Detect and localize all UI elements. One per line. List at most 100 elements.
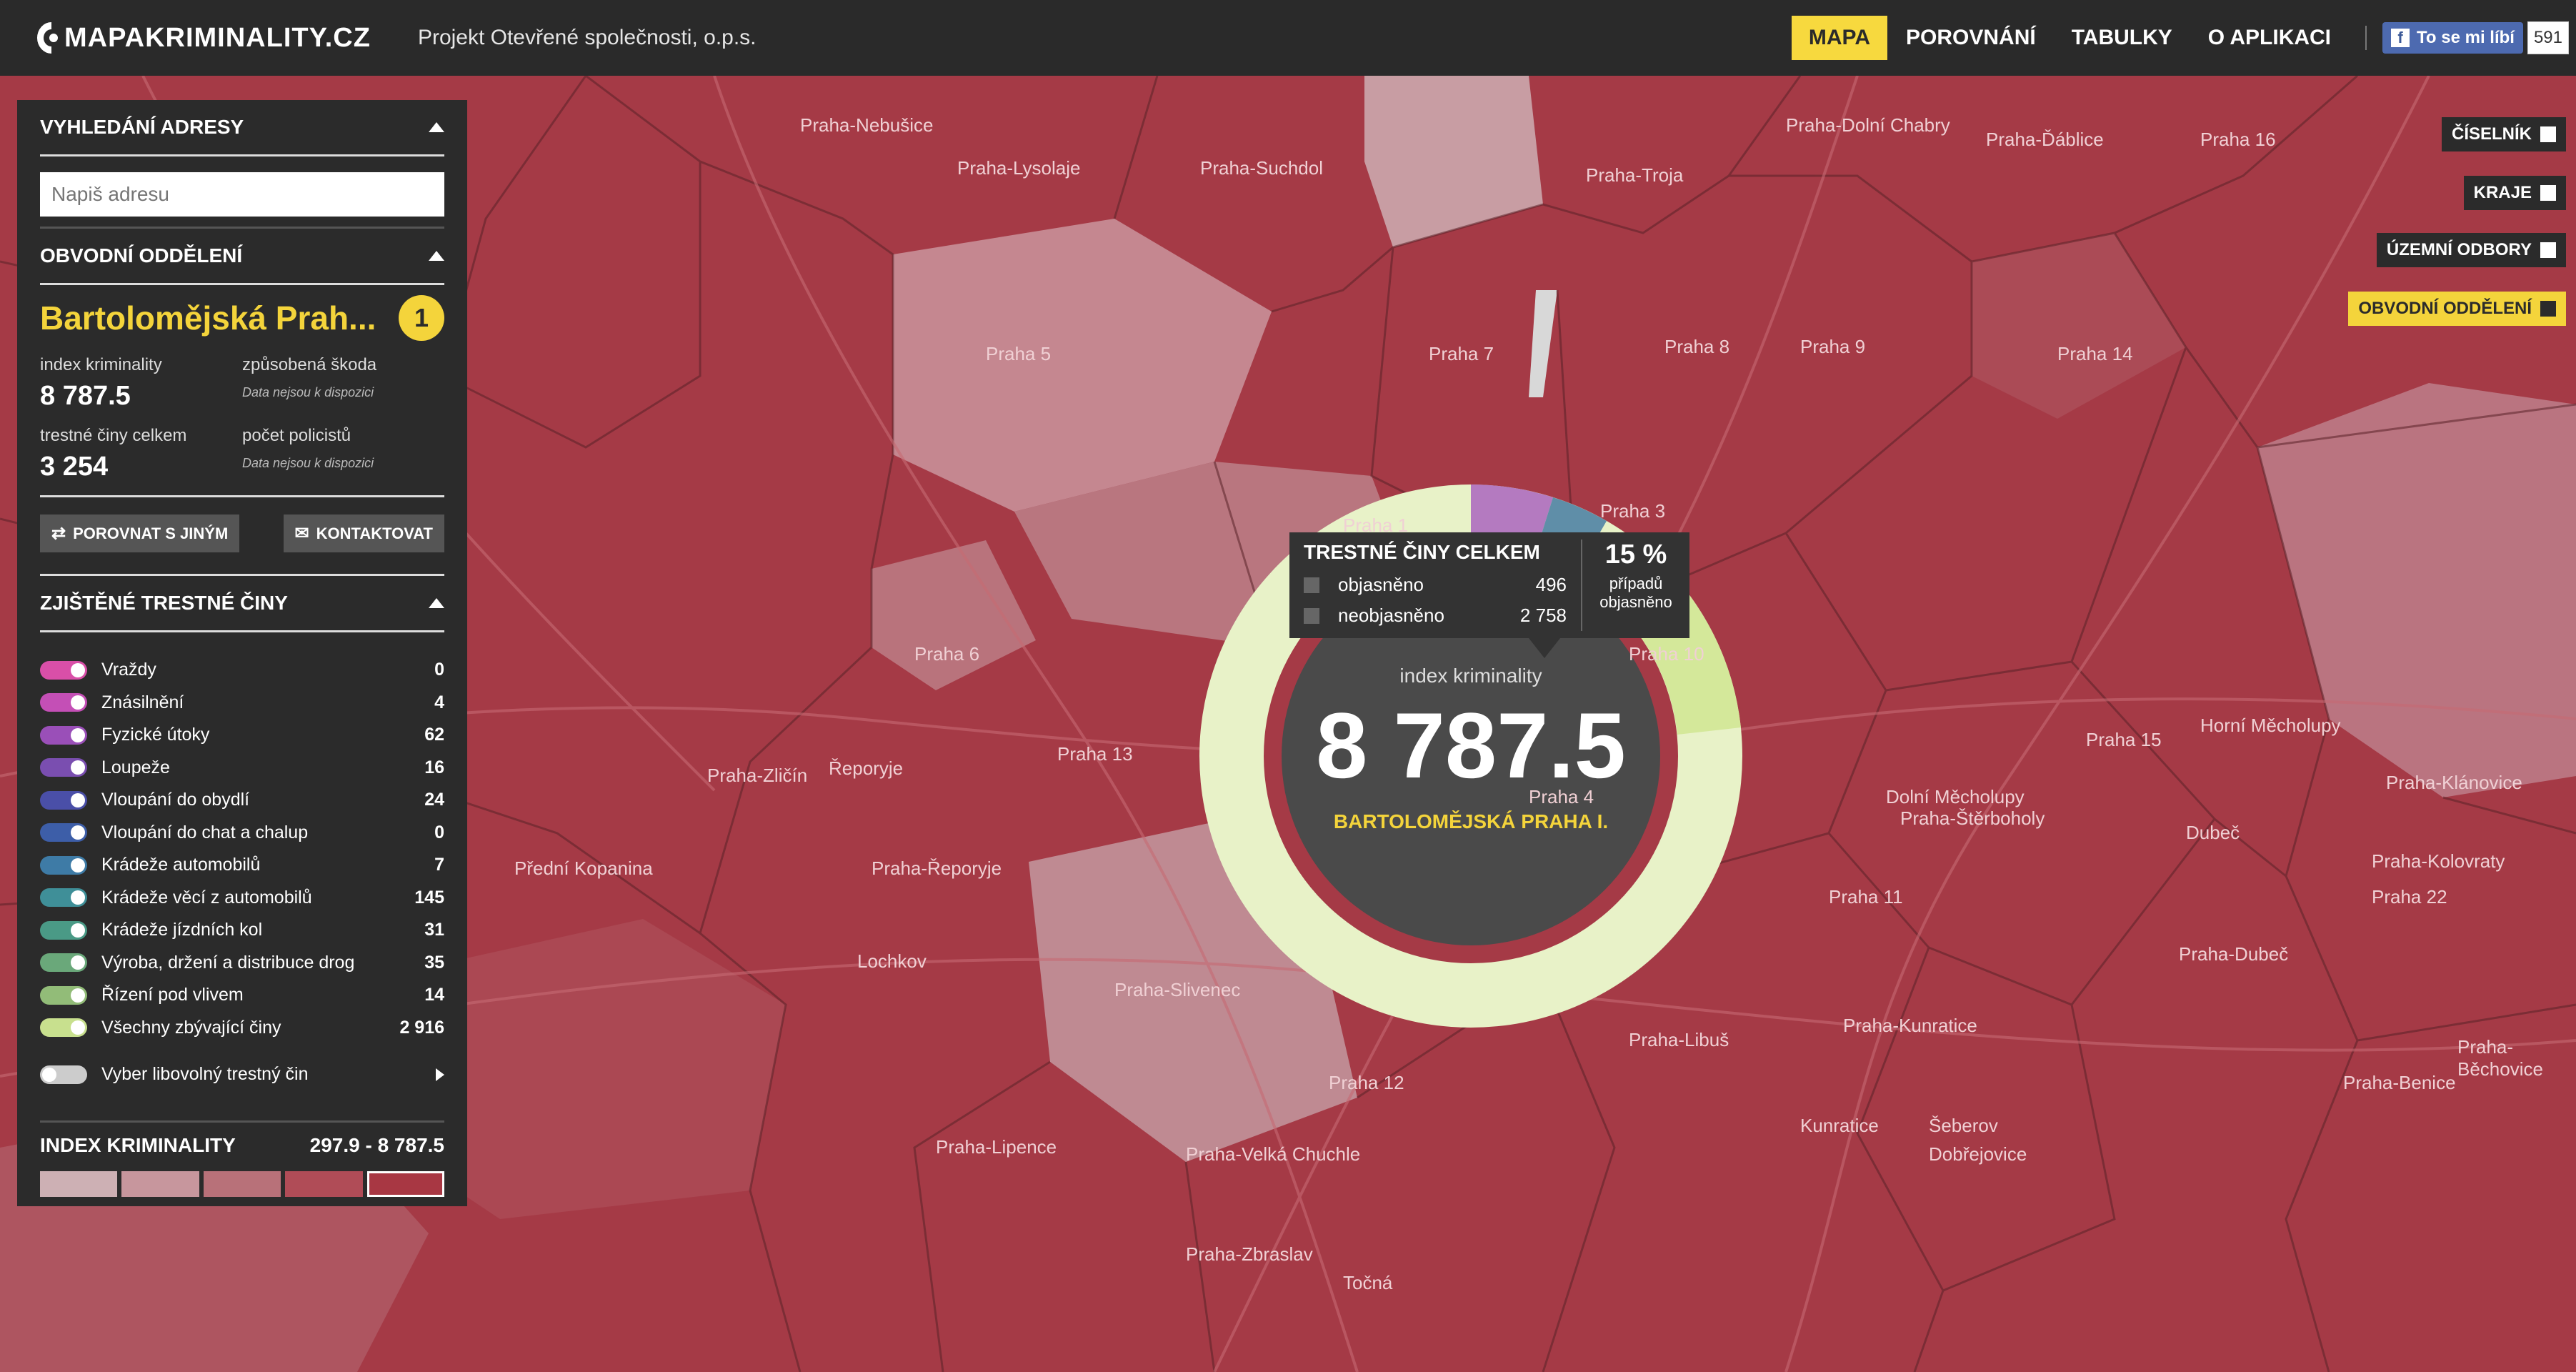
search-section-title: VYHLEDÁNÍ ADRESY	[40, 116, 244, 138]
district-header: Bartolomějská Prah... 1	[40, 295, 444, 341]
crime-row[interactable]: Výroba, držení a distribuce drog 35	[40, 947, 444, 980]
stat-damage: způsobená škoda Data nejsou k dispozici	[242, 355, 444, 412]
crime-name: Vloupání do chat a chalup	[101, 822, 309, 842]
toggle-switch[interactable]	[40, 855, 87, 875]
crime-name: Krádeže automobilů	[101, 855, 261, 875]
toggle-switch[interactable]	[40, 920, 87, 940]
crime-count: 0	[434, 822, 444, 842]
donut-center: index kriminality 8 787.5 BARTOLOMĚJSKÁ …	[1282, 665, 1660, 833]
facebook-like-button[interactable]: f To se mi líbí	[2382, 22, 2523, 54]
stat-total-crimes: trestné činy celkem 3 254	[40, 426, 242, 482]
collapse-icon[interactable]	[429, 122, 444, 132]
map-control-obvodni-oddeleni[interactable]: OBVODNÍ ODDĚLENÍ	[2348, 292, 2566, 326]
logo-icon	[37, 22, 58, 54]
tooltip-row-value: 2 758	[1519, 605, 1567, 626]
toggle-switch[interactable]	[40, 823, 87, 842]
nav-mapa[interactable]: MAPA	[1791, 16, 1888, 60]
crime-count: 4	[434, 692, 444, 712]
index-legend-header: INDEX KRIMINALITY 297.9 - 8 787.5	[40, 1120, 444, 1157]
donut-district-name: BARTOLOMĚJSKÁ PRAHA I.	[1333, 810, 1609, 832]
crime-row[interactable]: Vloupání do obydlí 24	[40, 784, 444, 817]
collapse-icon[interactable]	[429, 598, 444, 608]
toggle-switch[interactable]	[40, 985, 87, 1005]
crime-count: 14	[424, 985, 444, 1005]
logo[interactable]: MAPAKRIMINALITY.CZ	[31, 18, 371, 58]
crime-name: Znásilnění	[101, 692, 184, 712]
select-crime-label: Vyber libovolný trestný čin	[101, 1064, 309, 1084]
tooltip-pointer	[1529, 638, 1560, 658]
toggle-switch[interactable]	[40, 790, 87, 810]
donut-index-label: index kriminality	[1399, 665, 1542, 687]
map-control-label: ČÍSELNÍK	[2451, 124, 2532, 144]
collapse-icon[interactable]	[429, 251, 444, 261]
index-legend-scale	[40, 1171, 445, 1197]
toggle-switch[interactable]	[40, 693, 87, 712]
facebook-like-count: 591	[2527, 21, 2569, 54]
district-section-header[interactable]: OBVODNÍ ODDĚLENÍ	[40, 227, 444, 285]
crime-name: Vloupání do obydlí	[101, 790, 250, 810]
scale-step	[285, 1171, 363, 1197]
map-control-ciselnik[interactable]: ČÍSELNÍK	[2441, 117, 2566, 151]
grid-icon	[2540, 301, 2556, 317]
chevron-right-icon[interactable]	[436, 1068, 444, 1081]
toggle-switch[interactable]	[40, 888, 87, 908]
crime-count: 145	[414, 887, 444, 908]
toggle-switch[interactable]	[40, 1018, 87, 1038]
side-panel: VYHLEDÁNÍ ADRESY OBVODNÍ ODDĚLENÍ Bartol…	[17, 100, 467, 1206]
crime-row[interactable]: Vraždy 0	[40, 654, 444, 687]
crime-row[interactable]: Krádeže automobilů 7	[40, 849, 444, 882]
crimes-section-title: ZJIŠTĚNÉ TRESTNÉ ČINY	[40, 592, 288, 614]
select-crime-row[interactable]: Vyber libovolný trestný čin	[40, 1064, 444, 1085]
nav-o-aplikaci[interactable]: O APLIKACI	[2191, 16, 2348, 60]
crime-name: Vraždy	[101, 660, 156, 680]
crime-row[interactable]: Krádeže věcí z automobilů 145	[40, 882, 444, 915]
map-control-label: OBVODNÍ ODDĚLENÍ	[2358, 299, 2532, 318]
crime-name: Krádeže jízdních kol	[101, 920, 263, 940]
tagline: Projekt Otevřené společnosti, o.p.s.	[417, 26, 757, 49]
index-legend-range: 297.9 - 8 787.5	[309, 1134, 444, 1156]
toggle-switch[interactable]	[40, 725, 87, 745]
map-control-kraje[interactable]: KRAJE	[2463, 176, 2566, 210]
crime-row[interactable]: Loupeže 16	[40, 752, 444, 785]
district-badge: 1	[399, 295, 444, 341]
district-stats: index kriminality 8 787.5 způsobená škod…	[40, 355, 444, 497]
nav-porovnani[interactable]: POROVNÁNÍ	[1889, 16, 2053, 60]
toggle-switch[interactable]	[40, 953, 87, 973]
envelope-icon: ✉	[294, 524, 309, 543]
map-control-uzemni-odbory[interactable]: ÚZEMNÍ ODBORY	[2376, 233, 2566, 267]
crime-row[interactable]: Vloupání do chat a chalup 0	[40, 817, 444, 850]
district-section-title: OBVODNÍ ODDĚLENÍ	[40, 244, 243, 267]
toggle-switch[interactable]	[40, 1065, 87, 1084]
crime-row[interactable]: Fyzické útoky 62	[40, 719, 444, 752]
crimes-section-header[interactable]: ZJIŠTĚNÉ TRESTNÉ ČINY	[40, 576, 444, 632]
index-legend-title: INDEX KRIMINALITY	[40, 1134, 236, 1156]
grid-icon	[2540, 185, 2556, 201]
map-control-label: KRAJE	[2473, 183, 2532, 202]
toggle-switch[interactable]	[40, 660, 87, 680]
crime-list: Vraždy 0 Znásilnění 4 Fyzické útoky 62 Loupeže…	[40, 654, 444, 1044]
crime-name: Loupeže	[101, 757, 170, 777]
tooltip-percent: 15 %	[1604, 540, 1667, 570]
crime-row[interactable]: Řízení pod vlivem 14	[40, 979, 444, 1012]
district-actions: ⇄ POROVNAT S JINÝM ✉ KONTAKTOVAT	[40, 514, 444, 576]
crime-row[interactable]: Znásilnění 4	[40, 687, 444, 720]
crime-row[interactable]: Krádeže jízdních kol 31	[40, 914, 444, 947]
scale-step	[366, 1171, 445, 1197]
crime-name: Řízení pod vlivem	[101, 985, 244, 1005]
scale-step	[40, 1171, 118, 1197]
toggle-switch[interactable]	[40, 758, 87, 777]
crime-name: Krádeže věcí z automobilů	[101, 887, 312, 908]
crime-row[interactable]: Všechny zbývající činy 2 916	[40, 1012, 444, 1045]
search-section-header[interactable]: VYHLEDÁNÍ ADRESY	[40, 100, 444, 156]
tooltip-row-label: objasněno	[1338, 574, 1424, 595]
address-search-input[interactable]	[40, 172, 444, 217]
crime-count: 31	[424, 920, 444, 940]
nav-tabulky[interactable]: TABULKY	[2055, 16, 2190, 60]
main-nav: MAPA POROVNÁNÍ TABULKY O APLIKACI f To s…	[1791, 0, 2576, 76]
tooltip-percent-label-2: objasněno	[1599, 593, 1672, 611]
stat-label: způsobená škoda	[242, 355, 377, 374]
compare-icon: ⇄	[51, 524, 66, 543]
logo-text: MAPAKRIMINALITY.CZ	[64, 22, 371, 53]
contact-button[interactable]: ✉ KONTAKTOVAT	[283, 514, 444, 552]
compare-button[interactable]: ⇄ POROVNAT S JINÝM	[40, 514, 240, 552]
